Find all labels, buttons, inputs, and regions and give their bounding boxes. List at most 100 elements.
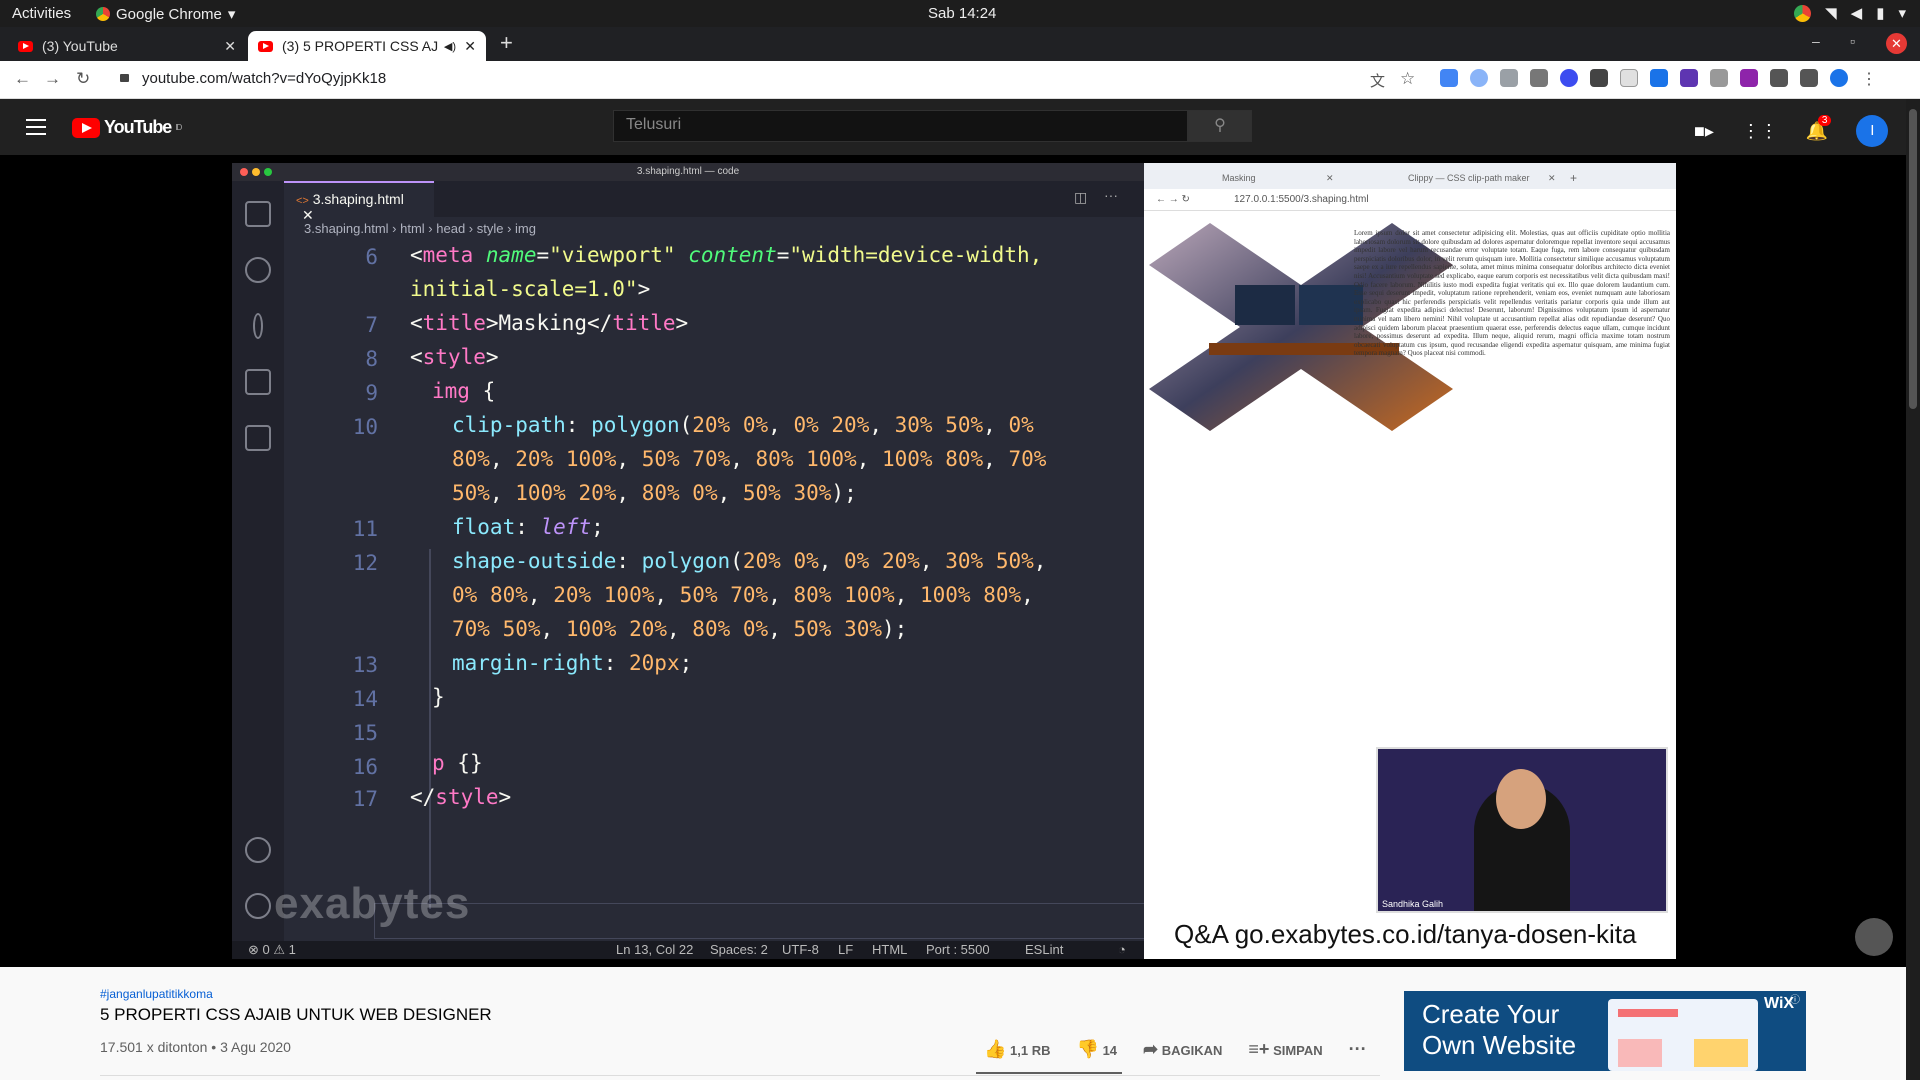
logo-region: ID [175, 123, 182, 132]
code-line: float: left; [452, 515, 604, 539]
hashtag-link[interactable]: #janganlupatitikkoma [100, 987, 213, 1001]
code-line: </style> [410, 785, 512, 809]
vscode-titlebar: 3.shaping.html — code [232, 163, 1144, 181]
extension-icon[interactable] [1590, 69, 1608, 87]
qa-link-caption: Q&A go.exabytes.co.id/tanya-dosen-kita [1174, 919, 1637, 949]
kebab-menu-icon[interactable]: ⋮ [1860, 69, 1878, 88]
battery-icon[interactable]: ▮ [1876, 4, 1884, 22]
notifications-button[interactable]: 🔔 3 [1806, 114, 1832, 142]
activities-button[interactable]: Activities [12, 5, 71, 22]
youtube-logo[interactable]: YouTube ID [72, 117, 182, 138]
ad-info-icon[interactable]: ⓘ [1790, 991, 1800, 1006]
lock-icon[interactable] [120, 74, 129, 82]
translate-icon[interactable]: 文 [1370, 70, 1385, 91]
bookmark-star-icon[interactable]: ☆ [1400, 69, 1415, 89]
clock[interactable]: Sab 14:24 [928, 5, 996, 22]
header-actions: ■▸ ⋮⋮ 🔔 3 I [1694, 114, 1889, 147]
system-tray[interactable]: ◥ ◀ ▮ ▾ [1794, 4, 1906, 22]
code-line: clip-path: polygon(20% 0%, 0% 20%, 30% 5… [452, 413, 1034, 437]
presenter-name: Sandhika Galih [1382, 899, 1444, 909]
address-bar[interactable]: youtube.com/watch?v=dYoQyjpKk18 [142, 70, 386, 87]
window-close-button[interactable]: ✕ [1886, 33, 1907, 54]
editor-tab: <> 3.shaping.html ✕ [284, 181, 434, 223]
tab-title: (3) 5 PROPERTI CSS AJ [282, 38, 439, 54]
status-encoding: UTF-8 [782, 942, 819, 957]
close-icon: ✕ [1326, 173, 1334, 183]
chevron-down-icon[interactable]: ▾ [1898, 4, 1906, 22]
extensions-icon [245, 425, 271, 451]
code-line: 50%, 100% 20%, 80% 0%, 50% 30%); [452, 481, 857, 505]
share-button[interactable]: ➦ BAGIKAN [1143, 1039, 1222, 1060]
breadcrumb-item: img [515, 221, 536, 236]
extension-icon[interactable] [1530, 69, 1548, 87]
line-number: 16 [352, 755, 378, 779]
close-icon[interactable]: ✕ [224, 38, 236, 55]
media-queue-icon[interactable] [1800, 69, 1818, 87]
extension-icon[interactable] [1440, 69, 1458, 87]
tab-title: (3) YouTube [42, 38, 118, 54]
video-actions: 👍 1,1 RB 👎 14 ➦ BAGIKAN ≡+ SIMPAN ··· [984, 1039, 1367, 1060]
thumbs-up-icon: 👍 [984, 1039, 1007, 1059]
code-line: img { [432, 379, 496, 403]
close-icon: ✕ [1548, 173, 1556, 183]
extension-icon[interactable] [1560, 69, 1578, 87]
wifi-icon[interactable]: ◥ [1825, 4, 1837, 22]
new-tab-icon: + [1570, 171, 1578, 185]
minimize-button[interactable]: – [1812, 33, 1820, 49]
like-button[interactable]: 👍 1,1 RB [984, 1039, 1051, 1060]
volume-icon[interactable]: ◀ [1851, 4, 1863, 22]
video-title: 5 PROPERTI CSS AJAIB UNTUK WEB DESIGNER [100, 1005, 492, 1024]
view-count: 17.501 x ditonton • 3 Agu 2020 [100, 1039, 291, 1055]
extension-icon[interactable] [1500, 69, 1518, 87]
hamburger-menu-icon[interactable] [26, 119, 46, 135]
wix-ad-banner[interactable]: Create Your Own Website WiX ⓘ [1404, 991, 1806, 1071]
scrollbar-thumb[interactable] [1909, 109, 1917, 409]
back-button[interactable]: ← [14, 69, 31, 89]
chrome-tray-icon[interactable] [1794, 4, 1812, 22]
reload-button[interactable]: ↻ [76, 69, 90, 89]
vscode-status-bar: ⊗ 0 ⚠ 1 Ln 13, Col 22 Spaces: 2 UTF-8 LF… [232, 941, 1144, 959]
search-button[interactable]: ⚲ [1188, 110, 1252, 142]
extension-icon[interactable] [1620, 69, 1638, 87]
apps-grid-icon[interactable]: ⋮⋮ [1742, 121, 1778, 142]
profile-icon[interactable] [1830, 69, 1848, 87]
editor-tab-label: 3.shaping.html [312, 191, 404, 207]
page-scrollbar[interactable] [1906, 99, 1920, 1080]
save-button[interactable]: ≡+ SIMPAN [1248, 1039, 1322, 1060]
close-icon[interactable]: ✕ [464, 38, 476, 55]
code-line: <style> [410, 345, 499, 369]
code-line: <title>Masking</title> [410, 311, 689, 335]
toolbar: ← → ↻ youtube.com/watch?v=dYoQyjpKk18 文 … [0, 61, 1920, 99]
ad-text: Create Your Own Website [1422, 999, 1576, 1061]
preview-tab: Masking [1222, 173, 1256, 183]
thumbs-down-icon: 👎 [1076, 1039, 1099, 1059]
search-input[interactable]: Telusuri [613, 110, 1188, 142]
extension-icon[interactable] [1680, 69, 1698, 87]
maximize-button[interactable]: ▫ [1850, 33, 1855, 49]
tab-youtube[interactable]: (3) YouTube ✕ [8, 31, 246, 61]
more-actions-button[interactable]: ··· [1349, 1039, 1367, 1060]
tab-video[interactable]: (3) 5 PROPERTI CSS AJ ◀) ✕ [248, 31, 486, 61]
puzzle-icon[interactable] [1770, 69, 1788, 87]
camera-extension-icon[interactable] [1710, 69, 1728, 87]
speaker-icon[interactable]: ◀) [444, 40, 456, 53]
breadcrumb: 3.shaping.html › html › head › style › i… [304, 221, 536, 236]
create-video-icon[interactable]: ■▸ [1694, 121, 1714, 142]
video-info: #janganlupatitikkoma 5 PROPERTI CSS AJAI… [0, 967, 1906, 1080]
code-editor: 6 7 8 9 10 11 12 13 14 15 16 17 <meta na… [284, 239, 1196, 939]
line-number: 17 [352, 787, 378, 811]
avatar[interactable]: I [1856, 115, 1889, 147]
app-menu[interactable]: Google Chrome ▾ [96, 5, 235, 23]
extension-icon[interactable] [1740, 69, 1758, 87]
new-tab-button[interactable]: + [500, 30, 513, 56]
extension-icon[interactable] [1650, 69, 1668, 87]
youtube-favicon-icon [258, 40, 273, 52]
forward-button[interactable]: → [44, 69, 61, 89]
extension-icon[interactable] [1470, 69, 1488, 87]
channel-watermark-icon[interactable] [1855, 918, 1893, 956]
indent-guide [429, 549, 431, 909]
html-file-icon: <> [296, 195, 309, 207]
status-linter: ESLint [1025, 942, 1064, 957]
preview-address-bar: ← → ↻ 127.0.0.1:5500/3.shaping.html [1144, 189, 1676, 211]
dislike-button[interactable]: 👎 14 [1077, 1039, 1118, 1060]
